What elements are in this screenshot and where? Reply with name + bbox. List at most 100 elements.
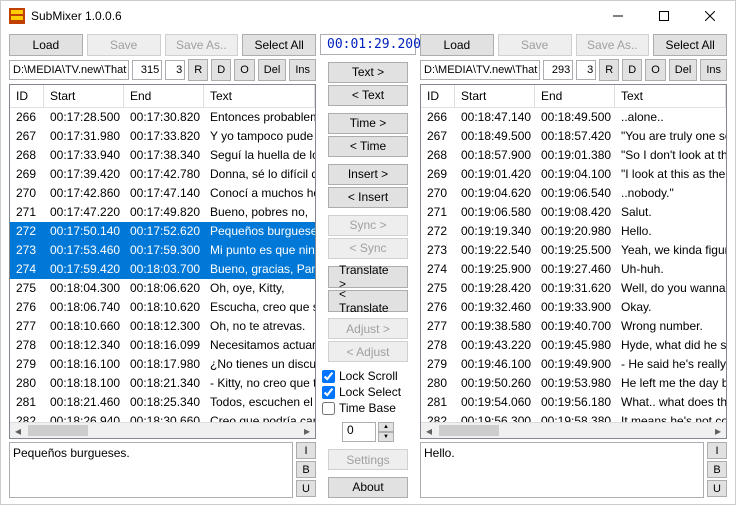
table-row[interactable]: 27900:18:16.10000:18:17.980¿No tienes un… xyxy=(10,355,315,374)
table-row[interactable]: 28100:18:21.46000:18:25.340Todos, escuch… xyxy=(10,393,315,412)
cell-id: 282 xyxy=(10,412,44,422)
col-id-r[interactable]: ID xyxy=(421,85,455,107)
table-row[interactable]: 26600:18:47.14000:18:49.500..alone.. xyxy=(421,108,726,127)
time-base-checkbox[interactable]: Time Base xyxy=(322,401,414,415)
spin-input[interactable]: 0 xyxy=(342,422,376,442)
maximize-button[interactable] xyxy=(641,1,687,31)
path-input-r[interactable]: D:\MEDIA\TV.new\That xyxy=(420,60,540,80)
table-row[interactable]: 27800:19:43.22000:19:45.980Hyde, what di… xyxy=(421,336,726,355)
col-text-r[interactable]: Text xyxy=(615,85,726,107)
lock-select-checkbox[interactable]: Lock Select xyxy=(322,385,414,399)
table-row[interactable]: 26800:17:33.94000:17:38.340Seguí la huel… xyxy=(10,146,315,165)
col-start-r[interactable]: Start xyxy=(455,85,535,107)
del-button[interactable]: Del xyxy=(258,59,287,81)
cell-id: 273 xyxy=(10,241,44,260)
table-row[interactable]: 28100:19:54.06000:19:56.180What.. what d… xyxy=(421,393,726,412)
table-row[interactable]: 27700:18:10.66000:18:12.300Oh, no te atr… xyxy=(10,317,315,336)
col-start[interactable]: Start xyxy=(44,85,124,107)
table-row[interactable]: 28200:19:56.30000:19:58.380It means he's… xyxy=(421,412,726,422)
table-row[interactable]: 26800:18:57.90000:19:01.380"So I don't l… xyxy=(421,146,726,165)
table-row[interactable]: 27400:19:25.90000:19:27.460Uh-huh. xyxy=(421,260,726,279)
table-row[interactable]: 27300:17:53.46000:17:59.300Mi punto es q… xyxy=(10,241,315,260)
hscrollbar[interactable]: ◂▸ xyxy=(10,422,315,438)
cell-end: 00:17:30.820 xyxy=(124,108,204,127)
selectall-button[interactable]: Select All xyxy=(242,34,316,56)
cell-start: 00:18:49.500 xyxy=(455,127,535,146)
time-back-button[interactable]: < Time xyxy=(328,136,408,157)
table-row[interactable]: 27100:17:47.22000:17:49.820Bueno, pobres… xyxy=(10,203,315,222)
underline-button-r[interactable]: U xyxy=(707,480,727,497)
table-row[interactable]: 26700:17:31.98000:17:33.820Y yo tampoco … xyxy=(10,127,315,146)
translate-fwd-button[interactable]: Translate > xyxy=(328,266,408,288)
spin-down[interactable]: ▼ xyxy=(378,432,394,442)
italic-button-r[interactable]: I xyxy=(707,442,727,459)
preview-text-r[interactable]: Hello. xyxy=(420,442,704,498)
preview-text[interactable]: Pequeños burgueses. xyxy=(9,442,293,498)
underline-button[interactable]: U xyxy=(296,480,316,497)
load-button-r[interactable]: Load xyxy=(420,34,494,56)
insert-fwd-button[interactable]: Insert > xyxy=(328,164,408,185)
table-row[interactable]: 27300:19:22.54000:19:25.500Yeah, we kind… xyxy=(421,241,726,260)
cell-end: 00:19:06.540 xyxy=(535,184,615,203)
table-row[interactable]: 28200:18:26.94000:18:30.660Creo que podr… xyxy=(10,412,315,422)
col-id[interactable]: ID xyxy=(10,85,44,107)
table-row[interactable]: 27100:19:06.58000:19:08.420Salut. xyxy=(421,203,726,222)
path-input[interactable]: D:\MEDIA\TV.new\That 7 xyxy=(9,60,129,80)
table-row[interactable]: 27200:17:50.14000:17:52.620Pequeños burg… xyxy=(10,222,315,241)
col-end[interactable]: End xyxy=(124,85,204,107)
table-row[interactable]: 27500:19:28.42000:19:31.620Well, do you … xyxy=(421,279,726,298)
o-button-r[interactable]: O xyxy=(645,59,666,81)
about-button[interactable]: About xyxy=(328,477,408,498)
table-row[interactable]: 27200:19:19.34000:19:20.980Hello. xyxy=(421,222,726,241)
table-row[interactable]: 27800:18:12.34000:18:16.099Necesitamos a… xyxy=(10,336,315,355)
o-button[interactable]: O xyxy=(234,59,255,81)
bold-button[interactable]: B xyxy=(296,461,316,478)
load-button[interactable]: Load xyxy=(9,34,83,56)
insert-back-button[interactable]: < Insert xyxy=(328,187,408,208)
table-row[interactable]: 26900:17:39.42000:17:42.780Donna, sé lo … xyxy=(10,165,315,184)
cell-end: 00:19:53.980 xyxy=(535,374,615,393)
minimize-button[interactable] xyxy=(595,1,641,31)
text-fwd-button[interactable]: Text > xyxy=(328,62,408,83)
cell-id: 281 xyxy=(421,393,455,412)
ins-button-r[interactable]: Ins xyxy=(700,59,727,81)
selectall-button-r[interactable]: Select All xyxy=(653,34,727,56)
table-row[interactable]: 28000:19:50.26000:19:53.980He left me th… xyxy=(421,374,726,393)
translate-back-button[interactable]: < Translate xyxy=(328,290,408,312)
hscrollbar-r[interactable]: ◂▸ xyxy=(421,422,726,438)
table-row[interactable]: 26700:18:49.50000:18:57.420"You are trul… xyxy=(421,127,726,146)
r-button-r[interactable]: R xyxy=(599,59,619,81)
table-row[interactable]: 27900:19:46.10000:19:49.900- He said he'… xyxy=(421,355,726,374)
table-row[interactable]: 28000:18:18.10000:18:21.340- Kitty, no c… xyxy=(10,374,315,393)
col-end-r[interactable]: End xyxy=(535,85,615,107)
d-button-r[interactable]: D xyxy=(622,59,642,81)
cell-end: 00:19:04.100 xyxy=(535,165,615,184)
timecode-display[interactable]: 00:01:29.2000 xyxy=(320,34,416,55)
saveas-button: Save As.. xyxy=(165,34,239,56)
lock-scroll-checkbox[interactable]: Lock Scroll xyxy=(322,369,414,383)
save-button: Save xyxy=(87,34,161,56)
table-row[interactable]: 27500:18:04.30000:18:06.620Oh, oye, Kitt… xyxy=(10,279,315,298)
table-row[interactable]: 27000:17:42.86000:17:47.140Conocí a much… xyxy=(10,184,315,203)
table-row[interactable]: 27600:19:32.46000:19:33.900Okay. xyxy=(421,298,726,317)
col-text[interactable]: Text xyxy=(204,85,315,107)
time-fwd-button[interactable]: Time > xyxy=(328,113,408,134)
table-row[interactable]: 27400:17:59.42000:18:03.700Bueno, gracia… xyxy=(10,260,315,279)
table-row[interactable]: 27700:19:38.58000:19:40.700Wrong number. xyxy=(421,317,726,336)
spin-up[interactable]: ▲ xyxy=(378,422,394,432)
close-button[interactable] xyxy=(687,1,733,31)
text-back-button[interactable]: < Text xyxy=(328,85,408,106)
cell-id: 267 xyxy=(10,127,44,146)
italic-button[interactable]: I xyxy=(296,442,316,459)
r-button[interactable]: R xyxy=(188,59,208,81)
table-row[interactable]: 26600:17:28.50000:17:30.820Entonces prob… xyxy=(10,108,315,127)
ins-button[interactable]: Ins xyxy=(289,59,316,81)
left-table[interactable]: ID Start End Text 26600:17:28.50000:17:3… xyxy=(9,84,316,439)
bold-button-r[interactable]: B xyxy=(707,461,727,478)
table-row[interactable]: 27600:18:06.74000:18:10.620Escucha, creo… xyxy=(10,298,315,317)
d-button[interactable]: D xyxy=(211,59,231,81)
table-row[interactable]: 26900:19:01.42000:19:04.100"I look at th… xyxy=(421,165,726,184)
table-row[interactable]: 27000:19:04.62000:19:06.540..nobody." xyxy=(421,184,726,203)
right-table[interactable]: ID Start End Text 26600:18:47.14000:18:4… xyxy=(420,84,727,439)
del-button-r[interactable]: Del xyxy=(669,59,698,81)
